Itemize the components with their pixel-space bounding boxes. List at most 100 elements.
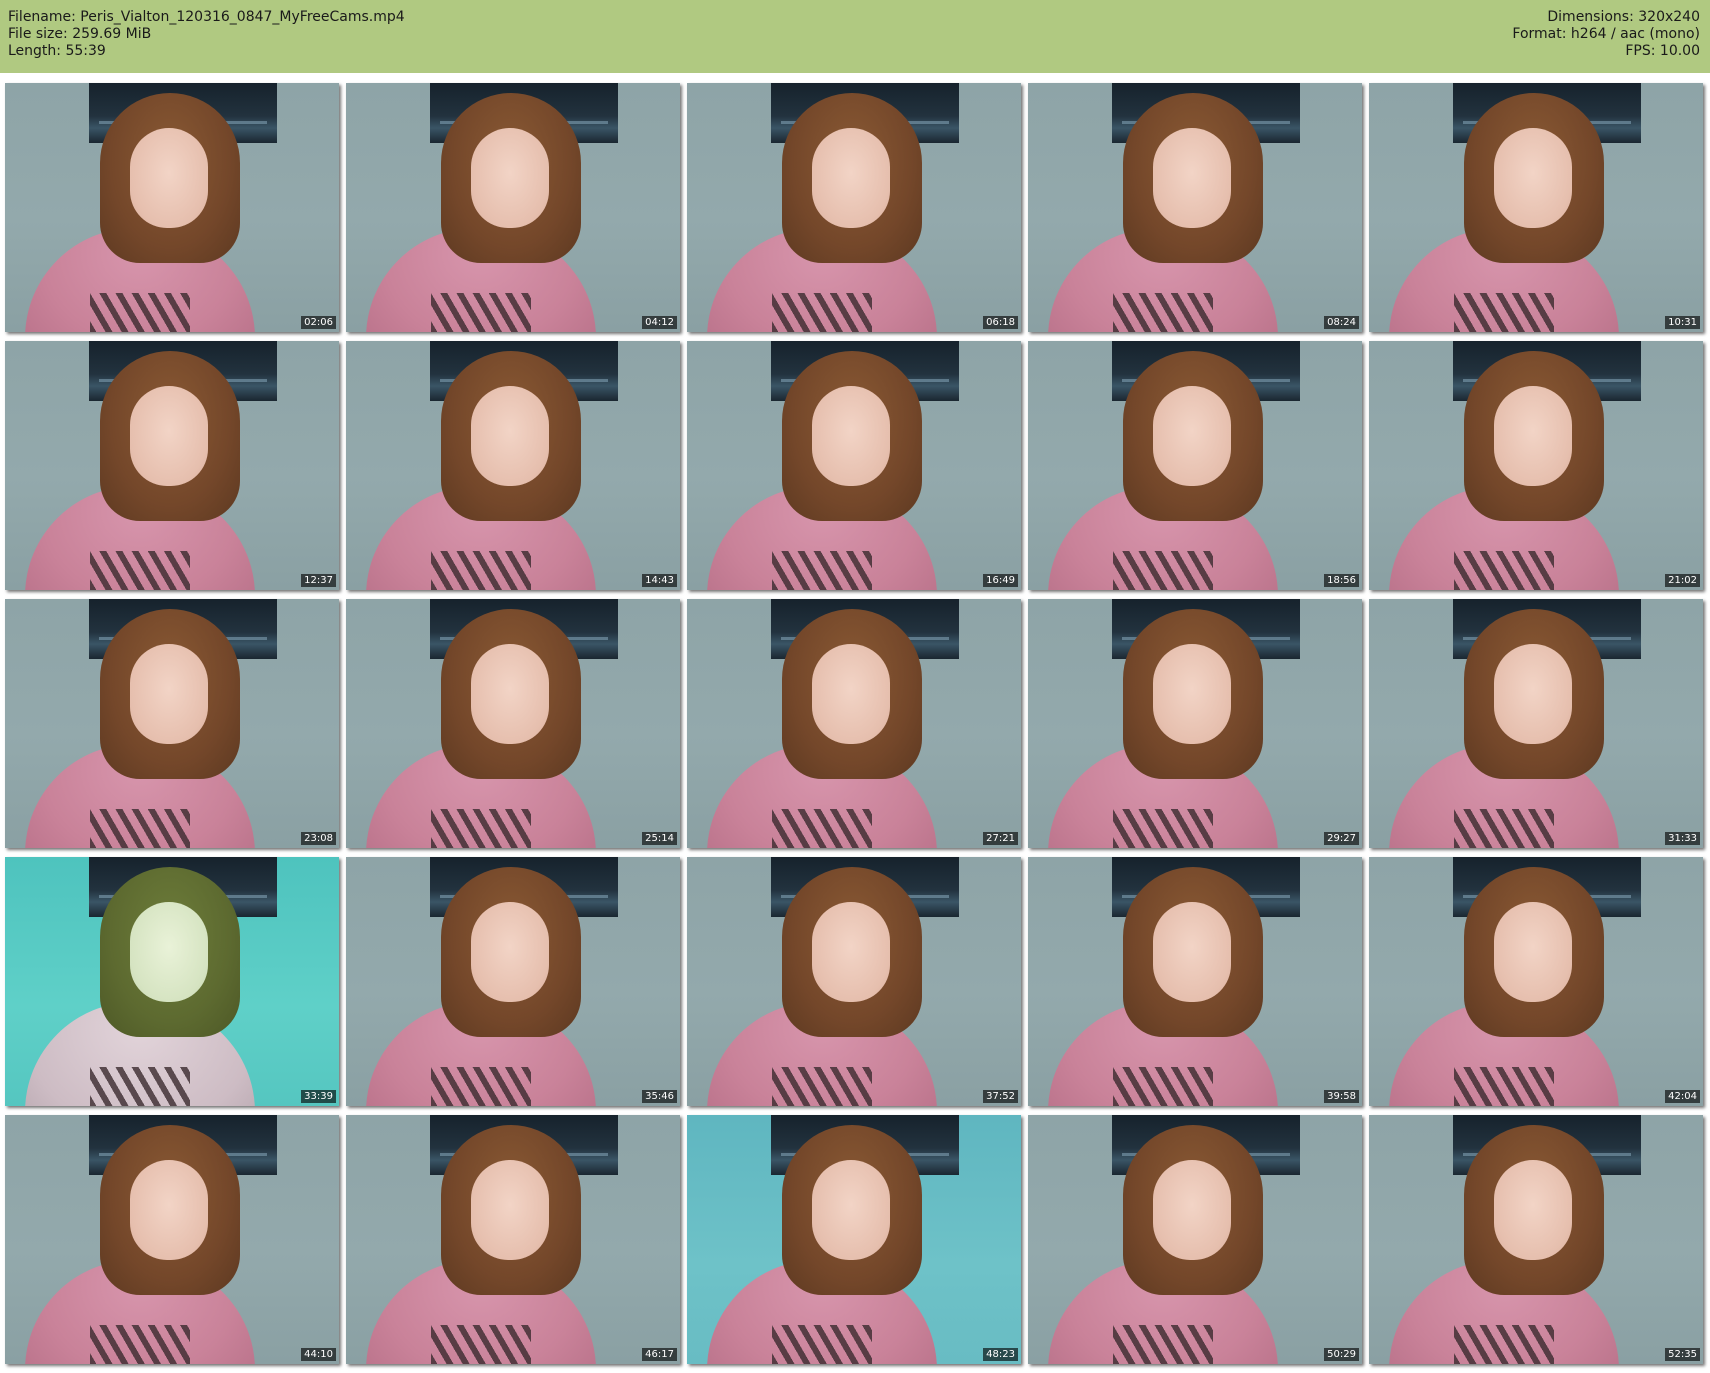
video-thumbnail: 35:46 bbox=[346, 857, 680, 1106]
sweater-print bbox=[90, 809, 190, 848]
sweater-print bbox=[1454, 293, 1554, 332]
timestamp-label: 42:04 bbox=[1665, 1090, 1700, 1103]
face bbox=[130, 902, 208, 1002]
video-thumbnail: 50:29 bbox=[1028, 1115, 1362, 1364]
sweater-print bbox=[1113, 1325, 1213, 1364]
face bbox=[1494, 644, 1572, 744]
video-thumbnail: 16:49 bbox=[687, 341, 1021, 590]
video-thumbnail: 14:43 bbox=[346, 341, 680, 590]
video-thumbnail: 10:31 bbox=[1369, 83, 1703, 332]
sweater-print bbox=[1113, 293, 1213, 332]
timestamp-label: 37:52 bbox=[983, 1090, 1018, 1103]
timestamp-label: 06:18 bbox=[983, 316, 1018, 329]
sweater-print bbox=[90, 293, 190, 332]
video-thumbnail: 23:08 bbox=[5, 599, 339, 848]
person-figure bbox=[5, 341, 339, 590]
person-figure bbox=[1028, 599, 1362, 848]
file-size-text: File size: 259.69 MiB bbox=[8, 26, 152, 42]
length-text: Length: 55:39 bbox=[8, 43, 106, 59]
sweater-print bbox=[772, 551, 872, 590]
sweater-print bbox=[431, 551, 531, 590]
face bbox=[1153, 902, 1231, 1002]
face bbox=[130, 386, 208, 486]
face bbox=[130, 644, 208, 744]
dimensions-text: Dimensions: 320x240 bbox=[1547, 9, 1700, 25]
video-thumbnail: 31:33 bbox=[1369, 599, 1703, 848]
person-figure bbox=[5, 83, 339, 332]
person-figure bbox=[687, 857, 1021, 1106]
metadata-right: Dimensions: 320x240 Format: h264 / aac (… bbox=[1512, 9, 1700, 60]
sweater-print bbox=[431, 293, 531, 332]
timestamp-label: 27:21 bbox=[983, 832, 1018, 845]
face bbox=[1153, 128, 1231, 228]
person-figure bbox=[5, 599, 339, 848]
person-figure bbox=[1369, 1115, 1703, 1364]
face bbox=[812, 902, 890, 1002]
sweater-print bbox=[1454, 809, 1554, 848]
person-figure bbox=[5, 1115, 339, 1364]
face bbox=[130, 128, 208, 228]
person-figure bbox=[1028, 341, 1362, 590]
sweater-print bbox=[431, 809, 531, 848]
video-thumbnail: 42:04 bbox=[1369, 857, 1703, 1106]
timestamp-label: 50:29 bbox=[1324, 1348, 1359, 1361]
face bbox=[1494, 1160, 1572, 1260]
video-thumbnail: 12:37 bbox=[5, 341, 339, 590]
person-figure bbox=[687, 1115, 1021, 1364]
face bbox=[1153, 644, 1231, 744]
face bbox=[471, 644, 549, 744]
sweater-print bbox=[1113, 551, 1213, 590]
video-thumbnail: 37:52 bbox=[687, 857, 1021, 1106]
sweater-print bbox=[772, 293, 872, 332]
person-figure bbox=[346, 83, 680, 332]
video-thumbnail: 52:35 bbox=[1369, 1115, 1703, 1364]
video-thumbnail: 44:10 bbox=[5, 1115, 339, 1364]
timestamp-label: 52:35 bbox=[1665, 1348, 1700, 1361]
person-figure bbox=[687, 83, 1021, 332]
person-figure bbox=[346, 599, 680, 848]
sweater-print bbox=[1454, 551, 1554, 590]
person-figure bbox=[346, 1115, 680, 1364]
sweater-print bbox=[431, 1067, 531, 1106]
timestamp-label: 08:24 bbox=[1324, 316, 1359, 329]
video-thumbnail: 39:58 bbox=[1028, 857, 1362, 1106]
sweater-print bbox=[1113, 809, 1213, 848]
sweater-print bbox=[772, 809, 872, 848]
face bbox=[812, 386, 890, 486]
sweater-print bbox=[90, 551, 190, 590]
timestamp-label: 04:12 bbox=[642, 316, 677, 329]
face bbox=[1494, 128, 1572, 228]
sweater-print bbox=[772, 1325, 872, 1364]
video-thumbnail: 18:56 bbox=[1028, 341, 1362, 590]
timestamp-label: 25:14 bbox=[642, 832, 677, 845]
video-thumbnail: 02:06 bbox=[5, 83, 339, 332]
face bbox=[812, 1160, 890, 1260]
metadata-header: Filename: Peris_Vialton_120316_0847_MyFr… bbox=[0, 0, 1710, 73]
person-figure bbox=[1028, 83, 1362, 332]
sweater-print bbox=[431, 1325, 531, 1364]
sweater-print bbox=[1113, 1067, 1213, 1106]
timestamp-label: 14:43 bbox=[642, 574, 677, 587]
video-thumbnail: 27:21 bbox=[687, 599, 1021, 848]
timestamp-label: 18:56 bbox=[1324, 574, 1359, 587]
face bbox=[1494, 386, 1572, 486]
video-thumbnail: 33:39 bbox=[5, 857, 339, 1106]
face bbox=[471, 1160, 549, 1260]
timestamp-label: 12:37 bbox=[301, 574, 336, 587]
person-figure bbox=[346, 857, 680, 1106]
person-figure bbox=[1369, 341, 1703, 590]
person-figure bbox=[1028, 857, 1362, 1106]
sweater-print bbox=[1454, 1325, 1554, 1364]
timestamp-label: 44:10 bbox=[301, 1348, 336, 1361]
person-figure bbox=[346, 341, 680, 590]
person-figure bbox=[1028, 1115, 1362, 1364]
video-thumbnail: 08:24 bbox=[1028, 83, 1362, 332]
video-thumbnail: 04:12 bbox=[346, 83, 680, 332]
timestamp-label: 16:49 bbox=[983, 574, 1018, 587]
person-figure bbox=[5, 857, 339, 1106]
timestamp-label: 48:23 bbox=[983, 1348, 1018, 1361]
face bbox=[812, 128, 890, 228]
video-thumbnail: 25:14 bbox=[346, 599, 680, 848]
metadata-left: Filename: Peris_Vialton_120316_0847_MyFr… bbox=[8, 9, 405, 60]
filename-text: Filename: Peris_Vialton_120316_0847_MyFr… bbox=[8, 9, 405, 25]
